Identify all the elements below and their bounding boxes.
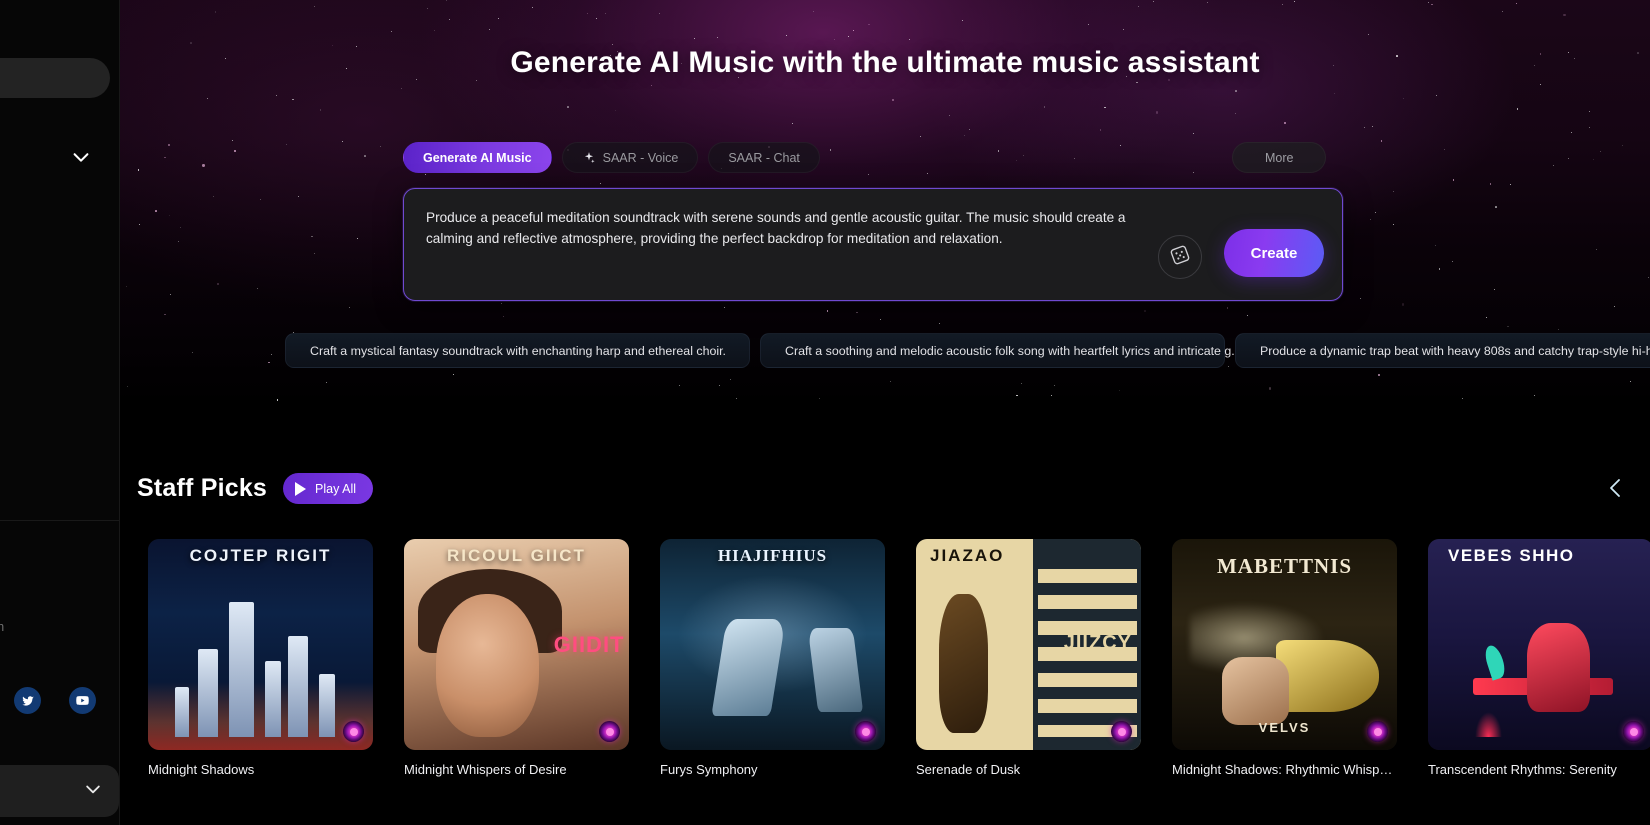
twitter-icon[interactable] — [14, 687, 41, 714]
sidebar-search-input[interactable] — [0, 58, 110, 98]
randomize-prompt-button[interactable] — [1158, 235, 1202, 279]
track-card[interactable]: COJTEP RIGIT Midnight Shadows — [137, 539, 385, 777]
chevron-left-icon — [1604, 476, 1628, 505]
tab-label: SAAR - Chat — [728, 150, 800, 165]
track-title: Serenade of Dusk — [916, 762, 1021, 777]
page-title: Generate AI Music with the ultimate musi… — [510, 46, 1260, 79]
more-button[interactable]: More — [1232, 142, 1327, 173]
cover-subtext: VELVS — [1258, 720, 1311, 736]
cover-text: COJTEP RIGIT — [189, 546, 332, 565]
sparkle-icon — [582, 151, 596, 165]
vinyl-badge-icon — [1367, 721, 1388, 742]
sidebar-social-links — [8, 687, 118, 715]
tab-generate-ai-music[interactable]: Generate AI Music — [403, 142, 552, 173]
vinyl-badge-icon — [599, 721, 620, 742]
suggestion-chip[interactable]: Craft a mystical fantasy soundtrack with… — [285, 333, 750, 368]
chevron-down-icon[interactable] — [68, 146, 94, 168]
sidebar-bottom-card[interactable] — [0, 765, 119, 817]
track-title: Furys Symphony — [660, 762, 758, 777]
track-title: Midnight Whispers of Desire — [404, 762, 567, 777]
tab-saar-voice[interactable]: SAAR - Voice — [561, 142, 699, 173]
left-sidebar: am — [0, 0, 120, 825]
cover-text: HIAJIFHIUS — [717, 546, 828, 565]
track-title: Transcendent Rhythms: Serenity — [1428, 762, 1617, 777]
cover-text: VEBES SHHO — [1448, 546, 1575, 565]
prompt-text[interactable]: Produce a peaceful meditation soundtrack… — [426, 207, 1166, 249]
track-thumbnail[interactable]: GIIDIT RICOUL GIICT — [404, 539, 629, 750]
track-thumbnail[interactable]: VEBES SHHO — [1428, 539, 1650, 750]
staff-picks-header: Staff Picks Play All — [137, 473, 374, 504]
sidebar-partial-label: am — [0, 619, 4, 634]
cover-subtext: JIIZCY — [1063, 631, 1132, 654]
hero-section: Generate AI Music with the ultimate musi… — [120, 0, 1650, 405]
track-title: Midnight Shadows: Rhythmic Whispers of t… — [1172, 762, 1398, 777]
suggestion-chip[interactable]: Produce a dynamic trap beat with heavy 8… — [1235, 333, 1650, 368]
track-thumbnail[interactable]: JIIZCY JIAZAO — [916, 539, 1141, 750]
dice-icon — [1169, 244, 1191, 271]
suggestion-chips: Craft a mystical fantasy soundtrack with… — [285, 333, 1650, 368]
play-all-label: Play All — [315, 481, 357, 496]
play-icon — [295, 481, 307, 496]
youtube-icon[interactable] — [69, 687, 96, 714]
track-card[interactable]: VEBES SHHO Transcendent Rhythms: Serenit… — [1417, 539, 1650, 777]
track-card[interactable]: JIIZCY JIAZAO Serenade of Dusk — [905, 539, 1153, 777]
track-card[interactable]: GIIDIT RICOUL GIICT Midnight Whispers of… — [393, 539, 641, 777]
prompt-input-box[interactable]: Produce a peaceful meditation soundtrack… — [403, 188, 1343, 301]
cover-text: MABETTNIS — [1216, 553, 1353, 578]
track-title: Midnight Shadows — [148, 762, 255, 777]
sidebar-divider — [0, 520, 119, 521]
cover-subtext: GIIDIT — [553, 631, 625, 657]
carousel-prev-button[interactable] — [1603, 477, 1629, 503]
track-card[interactable]: HIAJIFHIUS Furys Symphony — [649, 539, 897, 777]
tab-label: Generate AI Music — [423, 150, 532, 165]
track-card[interactable]: VELVS MABETTNIS Midnight Shadows: Rhythm… — [1161, 539, 1409, 777]
track-thumbnail[interactable]: HIAJIFHIUS — [660, 539, 885, 750]
suggestion-chip[interactable]: Craft a soothing and melodic acoustic fo… — [760, 333, 1242, 368]
tab-label: SAAR - Voice — [602, 150, 679, 165]
play-all-button[interactable]: Play All — [283, 473, 374, 504]
cover-text: RICOUL GIICT — [447, 546, 586, 565]
vinyl-badge-icon — [855, 721, 876, 742]
section-title: Staff Picks — [137, 474, 268, 502]
cover-text: JIAZAO — [930, 546, 1005, 565]
vinyl-badge-icon — [343, 721, 364, 742]
vinyl-badge-icon — [1623, 721, 1644, 742]
more-label: More — [1265, 150, 1294, 165]
create-label: Create — [1250, 244, 1298, 262]
tab-saar-chat[interactable]: SAAR - Chat — [708, 142, 820, 173]
mode-tabs: Generate AI Music SAAR - Voice SAAR - Ch… — [403, 142, 820, 173]
chevron-down-icon[interactable] — [81, 779, 105, 799]
app-root: am Generate AI Music with the ultimate m… — [0, 0, 1650, 825]
track-thumbnail[interactable]: COJTEP RIGIT — [148, 539, 373, 750]
track-thumbnail[interactable]: VELVS MABETTNIS — [1172, 539, 1397, 750]
staff-picks-section: Staff Picks Play All COJTEP RIGIT Midnig… — [120, 405, 1650, 825]
staff-picks-carousel[interactable]: COJTEP RIGIT Midnight Shadows GIIDIT RIC… — [137, 539, 1650, 777]
vinyl-badge-icon — [1111, 721, 1132, 742]
create-button[interactable]: Create — [1224, 229, 1324, 277]
